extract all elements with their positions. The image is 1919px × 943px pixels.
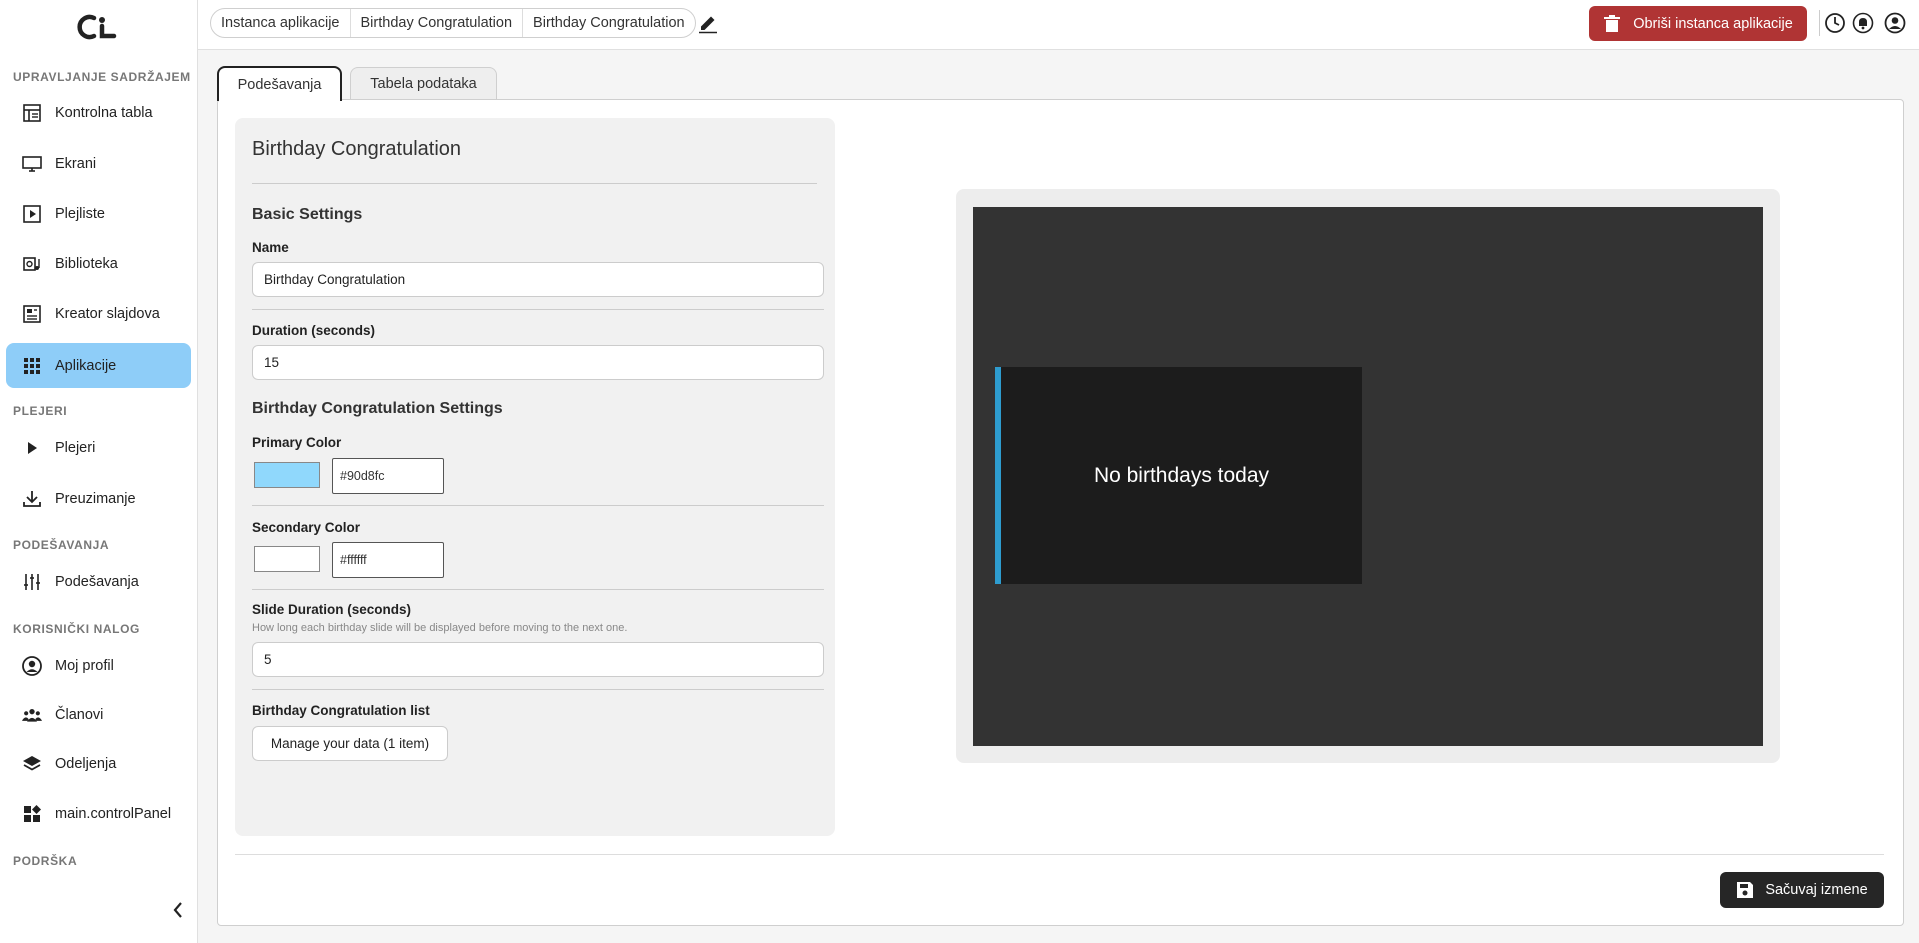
secondary-color-swatch[interactable] xyxy=(254,546,320,572)
sidebar-item-label: Aplikacije xyxy=(55,357,117,374)
widgets-icon xyxy=(22,804,42,824)
sidebar-item-apps[interactable]: Aplikacije xyxy=(6,343,191,388)
duration-input[interactable]: 15 xyxy=(252,345,824,380)
layers-icon xyxy=(22,754,42,774)
form-title: Birthday Congratulation xyxy=(252,138,462,160)
no-birthdays-message: No birthdays today xyxy=(1093,463,1270,487)
slide-duration-input[interactable]: 5 xyxy=(252,642,824,677)
sidebar-item-label: Ekrani xyxy=(55,155,97,172)
duration-label: Duration (seconds) xyxy=(252,323,376,338)
divider xyxy=(252,589,824,590)
name-input[interactable]: Birthday Congratulation xyxy=(252,262,824,297)
edit-pencil-icon[interactable] xyxy=(697,12,719,34)
delete-app-instance-button[interactable]: Obriši instanca aplikacije xyxy=(1589,6,1807,41)
manage-data-button[interactable]: Manage your data (1 item) xyxy=(252,726,448,761)
breadcrumb: Instanca aplikacije Birthday Congratulat… xyxy=(210,8,696,38)
sidebar-item-label: Plejliste xyxy=(55,205,105,222)
slide-duration-hint: How long each birthday slide will be dis… xyxy=(252,622,628,634)
sidebar-item-label: Preuzimanje xyxy=(55,490,136,507)
ci-logo[interactable] xyxy=(74,14,122,40)
secondary-color-input[interactable]: #ffffff xyxy=(332,542,444,578)
save-floppy-icon xyxy=(1737,882,1754,898)
section-title-content: UPRAVLJANJE SADRŽAJEM xyxy=(13,70,191,84)
sidebar-item-slide-creator[interactable]: Kreator slajdova xyxy=(6,291,191,336)
primary-color-label: Primary Color xyxy=(252,435,342,450)
section-title-players: PLEJERI xyxy=(13,404,68,418)
sidebar-item-label: main.controlPanel xyxy=(55,805,172,822)
birthday-card: No birthdays today xyxy=(995,367,1362,584)
bell-icon[interactable] xyxy=(1852,12,1874,34)
top-header: Instanca aplikacije Birthday Congratulat… xyxy=(198,0,1919,50)
account-icon[interactable] xyxy=(1884,12,1906,34)
divider xyxy=(252,309,824,310)
save-changes-button[interactable]: Sačuvaj izmene xyxy=(1720,872,1884,908)
sidebar-item-label: Odeljenja xyxy=(55,755,117,772)
history-icon[interactable] xyxy=(1824,12,1846,34)
breadcrumb-item[interactable]: Instanca aplikacije xyxy=(211,9,350,37)
birthday-settings-heading: Birthday Congratulation Settings xyxy=(252,400,503,417)
section-title-support: PODRŠKA xyxy=(13,854,78,868)
library-icon xyxy=(22,254,42,274)
slide-duration-label: Slide Duration (seconds) xyxy=(252,602,412,617)
sidebar-item-settings[interactable]: Podešavanja xyxy=(6,559,191,604)
divider xyxy=(252,505,824,506)
sidebar-item-label: Moj profil xyxy=(55,657,114,674)
primary-color-swatch[interactable] xyxy=(254,462,320,488)
sidebar-item-label: Kontrolna tabla xyxy=(55,104,153,121)
members-icon xyxy=(22,705,42,725)
slide-creator-icon xyxy=(22,304,42,324)
sidebar: UPRAVLJANJE SADRŽAJEM Kontrolna tabla Ek… xyxy=(0,0,198,943)
tab-data-table[interactable]: Tabela podataka xyxy=(350,67,497,100)
preview-frame: No birthdays today xyxy=(956,189,1780,763)
collapse-sidebar-chevron-icon[interactable] xyxy=(170,900,186,920)
apps-grid-icon xyxy=(22,356,42,376)
sidebar-item-dashboard[interactable]: Kontrolna tabla xyxy=(6,90,191,135)
header-divider xyxy=(1819,10,1820,36)
sidebar-item-library[interactable]: Biblioteka xyxy=(6,241,191,286)
breadcrumb-item[interactable]: Birthday Congratulation xyxy=(522,9,695,37)
delete-button-label: Obriši instanca aplikacije xyxy=(1633,15,1793,32)
sidebar-item-label: Članovi xyxy=(55,706,104,723)
sidebar-item-download[interactable]: Preuzimanje xyxy=(6,476,191,521)
sidebar-item-control-panel[interactable]: main.controlPanel xyxy=(6,791,191,836)
sidebar-item-departments[interactable]: Odeljenja xyxy=(6,741,191,786)
sidebar-item-screens[interactable]: Ekrani xyxy=(6,141,191,186)
sidebar-item-label: Plejeri xyxy=(55,439,96,456)
section-title-settings: PODEŠAVANJA xyxy=(13,538,110,552)
trash-icon xyxy=(1604,14,1621,32)
app-settings-form: Birthday Congratulation Basic Settings N… xyxy=(235,118,835,836)
monitor-icon xyxy=(22,154,42,174)
sidebar-item-playlists[interactable]: Plejliste xyxy=(6,191,191,236)
sidebar-item-players[interactable]: Plejeri xyxy=(6,425,191,470)
divider xyxy=(252,689,824,690)
name-label: Name xyxy=(252,240,289,255)
download-icon xyxy=(22,489,42,509)
save-button-label: Sačuvaj izmene xyxy=(1765,882,1868,898)
divider xyxy=(252,183,817,184)
primary-color-input[interactable]: #90d8fc xyxy=(332,458,444,494)
sidebar-item-label: Podešavanja xyxy=(55,573,139,590)
dashboard-icon xyxy=(22,103,42,123)
sidebar-item-label: Biblioteka xyxy=(55,255,118,272)
playlist-icon xyxy=(22,204,42,224)
sidebar-item-my-profile[interactable]: Moj profil xyxy=(6,643,191,688)
user-circle-icon xyxy=(22,655,42,676)
sliders-icon xyxy=(22,572,42,592)
preview-screen: No birthdays today xyxy=(973,207,1763,746)
birthday-list-label: Birthday Congratulation list xyxy=(252,703,430,718)
section-title-account: KORISNIČKI NALOG xyxy=(13,622,140,636)
basic-settings-heading: Basic Settings xyxy=(252,206,363,223)
sidebar-item-members[interactable]: Članovi xyxy=(6,692,191,737)
divider xyxy=(235,854,1884,855)
sidebar-item-label: Kreator slajdova xyxy=(55,305,160,322)
breadcrumb-item[interactable]: Birthday Congratulation xyxy=(349,9,523,37)
secondary-color-label: Secondary Color xyxy=(252,520,361,535)
tab-settings[interactable]: Podešavanja xyxy=(217,66,342,101)
play-icon xyxy=(22,438,42,458)
